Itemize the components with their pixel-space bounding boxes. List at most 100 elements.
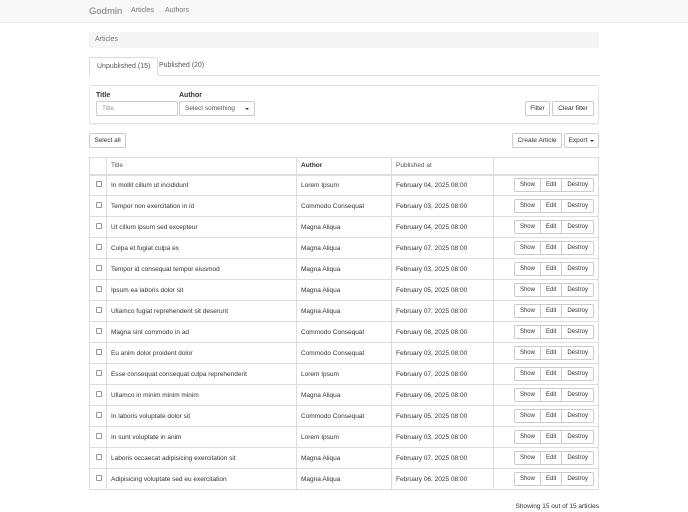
destroy-button[interactable]: Destroy [561, 220, 594, 234]
destroy-button[interactable]: Destroy [561, 325, 594, 339]
destroy-button[interactable]: Destroy [561, 451, 594, 465]
row-checkbox[interactable] [96, 265, 102, 271]
cell-published: February 08, 2025 08:00 [391, 321, 494, 343]
create-article-button[interactable]: Create Article [512, 133, 562, 148]
row-checkbox[interactable] [96, 370, 102, 376]
show-button[interactable]: Show [513, 409, 541, 423]
edit-button[interactable]: Edit [539, 283, 563, 297]
destroy-button[interactable]: Destroy [561, 262, 594, 276]
cell-author: Magna Aliqua [296, 468, 392, 490]
header-title[interactable]: Title [106, 157, 297, 176]
row-checkbox[interactable] [96, 328, 102, 334]
nav-articles[interactable]: Articles [131, 7, 154, 14]
destroy-button[interactable]: Destroy [561, 346, 594, 360]
edit-button[interactable]: Edit [539, 430, 563, 444]
row-checkbox[interactable] [96, 307, 102, 313]
table-row: In sunt voluptate in anim Lorem Ipsum Febr… [89, 426, 599, 448]
edit-button[interactable]: Edit [539, 388, 563, 402]
edit-button[interactable]: Edit [539, 367, 563, 381]
edit-button[interactable]: Edit [539, 262, 563, 276]
show-button[interactable]: Show [513, 178, 541, 193]
cell-published: February 06, 2025 08:00 [391, 384, 494, 406]
brand-link[interactable]: Godmin [89, 6, 122, 17]
destroy-button[interactable]: Destroy [561, 241, 594, 255]
show-button[interactable]: Show [513, 220, 541, 234]
edit-button[interactable]: Edit [539, 304, 563, 318]
row-actions: Show Edit Destroy [498, 220, 594, 234]
title-label: Title [96, 92, 111, 99]
destroy-button[interactable]: Destroy [561, 199, 594, 213]
show-button[interactable]: Show [513, 199, 541, 213]
cell-actions: Show Edit Destroy [493, 195, 599, 217]
edit-button[interactable]: Edit [539, 199, 563, 213]
table-row: Adipisicing voluptate sed eu exercitatio… [89, 468, 599, 490]
show-button[interactable]: Show [513, 388, 541, 402]
edit-button[interactable]: Edit [539, 220, 563, 234]
select-all-button[interactable]: Select all [89, 133, 126, 148]
tab-unpublished[interactable]: Unpublished (15) [89, 57, 159, 76]
edit-button[interactable]: Edit [539, 451, 563, 465]
edit-button[interactable]: Edit [539, 178, 563, 193]
destroy-button[interactable]: Destroy [561, 409, 594, 423]
edit-button[interactable]: Edit [539, 472, 563, 486]
row-select [89, 384, 107, 406]
export-label: Export [568, 137, 588, 144]
table-row: Magna sint commodo in ad Commodo Consequa… [89, 321, 599, 343]
edit-button[interactable]: Edit [539, 346, 563, 360]
show-button[interactable]: Show [513, 241, 541, 255]
tab-published[interactable]: Published (20) [152, 57, 211, 76]
row-checkbox[interactable] [96, 454, 102, 460]
nav-authors[interactable]: Authors [165, 7, 189, 14]
show-button[interactable]: Show [513, 262, 541, 276]
table-row: Eu anim dolor proident dolor Commodo Cons… [89, 342, 599, 364]
show-button[interactable]: Show [513, 451, 541, 465]
table-row: Ipsum ea laboris dolor sit Magna Aliqua Fe… [89, 279, 599, 301]
row-select [89, 342, 107, 364]
row-checkbox[interactable] [96, 433, 102, 439]
clear-filter-button[interactable]: Clear filter [552, 101, 594, 116]
show-button[interactable]: Show [513, 346, 541, 360]
row-checkbox[interactable] [96, 223, 102, 229]
header-published[interactable]: Published at [391, 157, 494, 176]
row-checkbox[interactable] [96, 286, 102, 292]
title-input[interactable]: Title [96, 101, 178, 116]
edit-button[interactable]: Edit [539, 325, 563, 339]
destroy-button[interactable]: Destroy [561, 472, 594, 486]
cell-author: Magna Aliqua [296, 237, 392, 259]
filter-button[interactable]: Filter [525, 101, 550, 116]
edit-button[interactable]: Edit [539, 409, 563, 423]
tabs: Unpublished (15) Published (20) [89, 57, 599, 76]
row-checkbox[interactable] [96, 202, 102, 208]
show-button[interactable]: Show [513, 430, 541, 444]
cell-author: Lorem Ipsum [296, 363, 392, 385]
show-button[interactable]: Show [513, 304, 541, 318]
author-select-value: Select something [185, 105, 235, 112]
row-checkbox[interactable] [96, 244, 102, 250]
show-button[interactable]: Show [513, 367, 541, 381]
show-button[interactable]: Show [513, 472, 541, 486]
row-checkbox[interactable] [96, 349, 102, 355]
cell-title: Ut cillum ipsum sed excepteur [106, 216, 297, 238]
cell-actions: Show Edit Destroy [493, 405, 599, 427]
destroy-button[interactable]: Destroy [561, 304, 594, 318]
row-checkbox[interactable] [96, 412, 102, 418]
show-button[interactable]: Show [513, 325, 541, 339]
destroy-button[interactable]: Destroy [561, 178, 594, 193]
cell-author: Magna Aliqua [296, 279, 392, 301]
destroy-button[interactable]: Destroy [561, 388, 594, 402]
cell-author: Lorem Ipsum [296, 426, 392, 448]
export-button[interactable]: Export [564, 133, 599, 148]
destroy-button[interactable]: Destroy [561, 430, 594, 444]
row-actions: Show Edit Destroy [498, 241, 594, 255]
row-actions: Show Edit Destroy [498, 451, 594, 465]
cell-title: Tempor non exercitation in id [106, 195, 297, 217]
row-checkbox[interactable] [96, 391, 102, 397]
row-checkbox[interactable] [96, 475, 102, 481]
row-select [89, 195, 107, 217]
destroy-button[interactable]: Destroy [561, 283, 594, 297]
destroy-button[interactable]: Destroy [561, 367, 594, 381]
show-button[interactable]: Show [513, 283, 541, 297]
author-select[interactable]: Select something [179, 101, 255, 116]
row-checkbox[interactable] [96, 181, 102, 188]
edit-button[interactable]: Edit [539, 241, 563, 255]
